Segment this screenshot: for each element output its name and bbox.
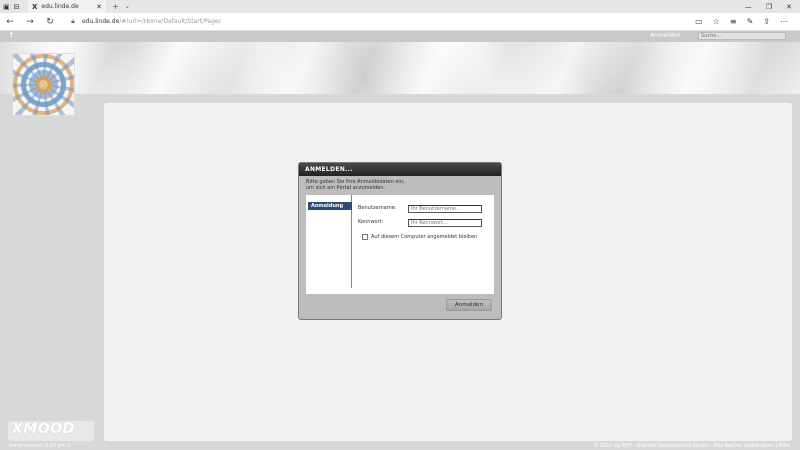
close-window-icon[interactable]: ✕	[786, 3, 792, 11]
browser-nav-bar: ← → ↻ 🔒︎ edu.linde.de/#!url=/Home/Defaul…	[0, 13, 800, 31]
close-tab-icon[interactable]: ✕	[96, 3, 102, 11]
header-banner	[0, 42, 800, 94]
sidebar-item-anmeldung[interactable]: Anmeldung	[308, 202, 352, 210]
pen-icon[interactable]: ✎	[747, 17, 754, 26]
refresh-icon[interactable]: ↻	[40, 17, 60, 27]
up-arrow-icon[interactable]: ↑	[8, 31, 15, 40]
username-input[interactable]	[408, 205, 482, 213]
minimize-icon[interactable]: —	[745, 3, 752, 11]
tab-preview-icon[interactable]: ⊟	[14, 3, 20, 11]
share-icon[interactable]: ⇪	[763, 17, 770, 26]
new-tab-icon[interactable]: +	[112, 2, 119, 11]
login-button[interactable]: Anmelden	[446, 299, 492, 311]
back-arrow-icon[interactable]: ←	[0, 17, 20, 27]
page-top-bar: ↑ Anmelden	[0, 31, 800, 42]
portal-version: Portalversion: 2.93 pfn 1	[9, 443, 71, 449]
username-label: Benutzername:	[358, 205, 397, 211]
portal-logo-image[interactable]	[12, 53, 75, 116]
maximize-icon[interactable]: ❐	[766, 3, 772, 11]
window-controls: — ❐ ✕	[745, 3, 800, 11]
remember-me-checkbox[interactable]	[362, 234, 368, 240]
password-input[interactable]	[408, 219, 482, 227]
tab-title: edu.linde.de	[41, 3, 79, 10]
dialog-body: Anmeldung Benutzername: Kennwort: Auf di…	[306, 195, 494, 294]
password-label: Kennwort:	[358, 219, 384, 225]
browser-tab[interactable]: X edu.linde.de ✕	[28, 0, 106, 13]
url-path: /#!url=/Home/Default/Start/Page/	[119, 18, 221, 25]
reading-view-icon[interactable]: ▭	[695, 17, 703, 26]
url-host: edu.linde.de	[82, 18, 120, 25]
more-icon[interactable]: ⋯	[780, 17, 788, 26]
hub-icon[interactable]: ≡	[730, 17, 737, 26]
address-bar[interactable]: edu.linde.de/#!url=/Home/Default/Start/P…	[82, 18, 695, 25]
remember-me-label: Auf diesem Computer angemeldet bleiben	[371, 234, 478, 240]
tab-system-icons: ▣ ⊟	[0, 3, 28, 11]
lock-icon: 🔒︎	[71, 17, 75, 25]
page-search-input[interactable]	[698, 32, 786, 40]
forward-arrow-icon[interactable]: →	[20, 17, 40, 27]
favicon-icon: X	[32, 2, 38, 11]
dialog-description-line2: um sich am Portal anzumelden.	[306, 185, 385, 191]
dialog-title: ANMELDEN...	[299, 163, 501, 176]
remember-me[interactable]: Auf diesem Computer angemeldet bleiben	[362, 234, 477, 240]
chevron-down-icon[interactable]: ⌄	[125, 3, 130, 10]
dialog-description: Bitte geben Sie Ihre Anmeldedaten ein, u…	[299, 176, 501, 196]
star-icon[interactable]: ☆	[713, 17, 720, 26]
login-dialog: ANMELDEN... Bitte geben Sie Ihre Anmelde…	[298, 162, 502, 320]
xmood-logo: XMOOD	[8, 421, 94, 441]
browser-tab-bar: ▣ ⊟ X edu.linde.de ✕ + ⌄ — ❐ ✕	[0, 0, 800, 13]
tab-aside-icon[interactable]: ▣	[3, 3, 10, 11]
dialog-sidebar: Anmeldung	[306, 195, 352, 288]
copyright-text: © 2017 by BDF - Brandle Datentechnik Gmb…	[593, 443, 790, 449]
login-link[interactable]: Anmelden	[650, 32, 680, 39]
browser-toolbar: ▭ ☆ ≡ ✎ ⇪ ⋯	[695, 17, 800, 26]
